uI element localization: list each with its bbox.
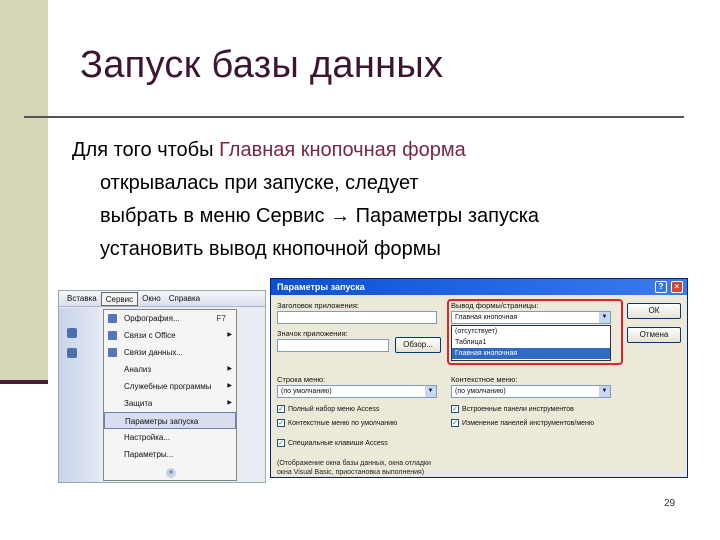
- startup-dialog: Параметры запуска ? × Заголовок приложен…: [270, 278, 688, 478]
- context-menu-select[interactable]: (по умолчанию) ▼: [451, 385, 611, 398]
- expand-menu-icon[interactable]: »: [166, 468, 176, 478]
- access-menu-screenshot: Вставка Сервис Окно Справка Орфография..…: [58, 290, 266, 483]
- checkbox-label: Встроенные панели инструментов: [462, 405, 574, 413]
- body-line-1-text: Для того чтобы: [72, 139, 220, 161]
- menu-item-label: Связи с Office: [124, 331, 176, 340]
- menu-item-label: Настройка...: [124, 433, 171, 442]
- menu-item-shortcut: F7: [216, 314, 226, 323]
- checkbox-checked-icon: ✓: [277, 419, 285, 427]
- note-line: окна Visual Basic, приостановка выполнен…: [277, 469, 425, 476]
- chevron-down-icon[interactable]: ▼: [425, 386, 436, 397]
- browse-button[interactable]: Обзор...: [395, 337, 441, 353]
- menu-item-label: Параметры...: [124, 450, 174, 459]
- submenu-arrow-icon: ▶: [227, 366, 232, 372]
- menu-window[interactable]: Окно: [138, 292, 165, 306]
- menu-bar-select-value: (по умолчанию): [281, 388, 332, 395]
- body-line-3: выбрать в меню Сервис → Параметры запуск…: [100, 205, 540, 227]
- app-title-input[interactable]: [277, 311, 437, 324]
- help-button[interactable]: ?: [655, 281, 667, 293]
- menu-insert[interactable]: Вставка: [63, 292, 101, 306]
- menu-item-utilities[interactable]: Служебные программы ▶: [104, 378, 236, 395]
- highlight-frame: [447, 299, 623, 365]
- dialog-titlebar: Параметры запуска ? ×: [271, 279, 687, 295]
- toolbar-icon[interactable]: [67, 348, 77, 358]
- menu-item-security[interactable]: Защита ▶: [104, 395, 236, 412]
- checkbox-checked-icon: ✓: [451, 419, 459, 427]
- office-links-icon: [108, 331, 117, 340]
- checkbox-label: Контекстные меню по умолчанию: [288, 419, 398, 427]
- special-keys-note: (Отображение окна базы данных, окна отла…: [277, 459, 477, 477]
- slide-title: Запуск базы данных: [80, 44, 444, 86]
- context-menu-select-value: (по умолчанию): [455, 388, 506, 395]
- app-title-label: Заголовок приложения:: [277, 301, 359, 310]
- relationships-icon: [108, 348, 117, 357]
- menu-item-startup[interactable]: Параметры запуска: [104, 412, 236, 429]
- tools-dropdown: Орфография... F7 Связи с Office ▶ Связи да…: [103, 309, 237, 481]
- submenu-arrow-icon: ▶: [227, 400, 232, 406]
- left-decor-lower: [0, 384, 48, 540]
- menu-item-spelling[interactable]: Орфография... F7: [104, 310, 236, 327]
- ok-button[interactable]: ОК: [627, 303, 681, 319]
- dialog-title: Параметры запуска: [277, 282, 365, 292]
- close-button[interactable]: ×: [671, 281, 683, 293]
- checkbox-checked-icon: ✓: [277, 405, 285, 413]
- app-icon-input[interactable]: [277, 339, 389, 352]
- body-line-1: Для того чтобы Главная кнопочная форма: [72, 134, 692, 167]
- submenu-arrow-icon: ▶: [227, 383, 232, 389]
- checkbox-label: Изменение панелей инструментов/меню: [462, 419, 595, 427]
- menu-item-label: Связи данных...: [124, 348, 183, 357]
- menu-item-label: Орфография...: [124, 314, 180, 323]
- context-menu-label: Контекстное меню:: [451, 375, 518, 384]
- toolbar-icon[interactable]: [67, 328, 77, 338]
- menu-item-label: Служебные программы: [124, 382, 212, 391]
- note-line: (Отображение окна базы данных, окна отла…: [277, 460, 431, 467]
- checkbox-builtin-toolbars[interactable]: ✓ Встроенные панели инструментов: [451, 405, 574, 413]
- menu-bar-select[interactable]: (по умолчанию) ▼: [277, 385, 437, 398]
- cancel-button[interactable]: Отмена: [627, 327, 681, 343]
- spelling-icon: [108, 314, 117, 323]
- menu-help[interactable]: Справка: [165, 292, 204, 306]
- body-line-2: открывалась при запуске, следует: [100, 172, 419, 194]
- menu-item-options[interactable]: Параметры...: [104, 446, 236, 463]
- menu-item-label: Защита: [124, 399, 153, 408]
- slide-body: Для того чтобы Главная кнопочная форма о…: [72, 134, 692, 266]
- checkbox-label: Полный набор меню Access: [288, 405, 380, 413]
- left-decor-band: [0, 0, 48, 383]
- screenshot-composite: Вставка Сервис Окно Справка Орфография..…: [58, 278, 688, 483]
- page-number: 29: [664, 498, 676, 509]
- menu-item-analyze[interactable]: Анализ ▶: [104, 361, 236, 378]
- menu-item-customize[interactable]: Настройка...: [104, 429, 236, 446]
- checkbox-full-menus[interactable]: ✓ Полный набор меню Access: [277, 405, 379, 413]
- menu-tools[interactable]: Сервис: [100, 291, 139, 306]
- toolbar-strip: [59, 308, 99, 482]
- checkbox-default-shortcut-menus[interactable]: ✓ Контекстные меню по умолчанию: [277, 419, 397, 427]
- checkbox-toolbar-changes[interactable]: ✓ Изменение панелей инструментов/меню: [451, 419, 594, 427]
- chevron-down-icon[interactable]: ▼: [599, 386, 610, 397]
- submenu-arrow-icon: ▶: [227, 332, 232, 338]
- title-divider: [24, 116, 684, 118]
- body-line-4: установить вывод кнопочной формы: [100, 238, 441, 260]
- menubar: Вставка Сервис Окно Справка: [59, 291, 265, 307]
- menu-bar-label: Строка меню:: [277, 375, 326, 384]
- app-icon-label: Значок приложения:: [277, 329, 348, 338]
- menu-item-office-links[interactable]: Связи с Office ▶: [104, 327, 236, 344]
- checkbox-special-keys[interactable]: ✓ Специальные клавиши Access: [277, 439, 388, 447]
- checkbox-checked-icon: ✓: [451, 405, 459, 413]
- body-accent-term: Главная кнопочная форма: [219, 139, 466, 161]
- menu-item-label: Параметры запуска: [125, 417, 199, 426]
- menu-item-relationships[interactable]: Связи данных...: [104, 344, 236, 361]
- menu-item-label: Анализ: [124, 365, 152, 374]
- checkbox-label: Специальные клавиши Access: [288, 439, 388, 447]
- checkbox-checked-icon: ✓: [277, 439, 285, 447]
